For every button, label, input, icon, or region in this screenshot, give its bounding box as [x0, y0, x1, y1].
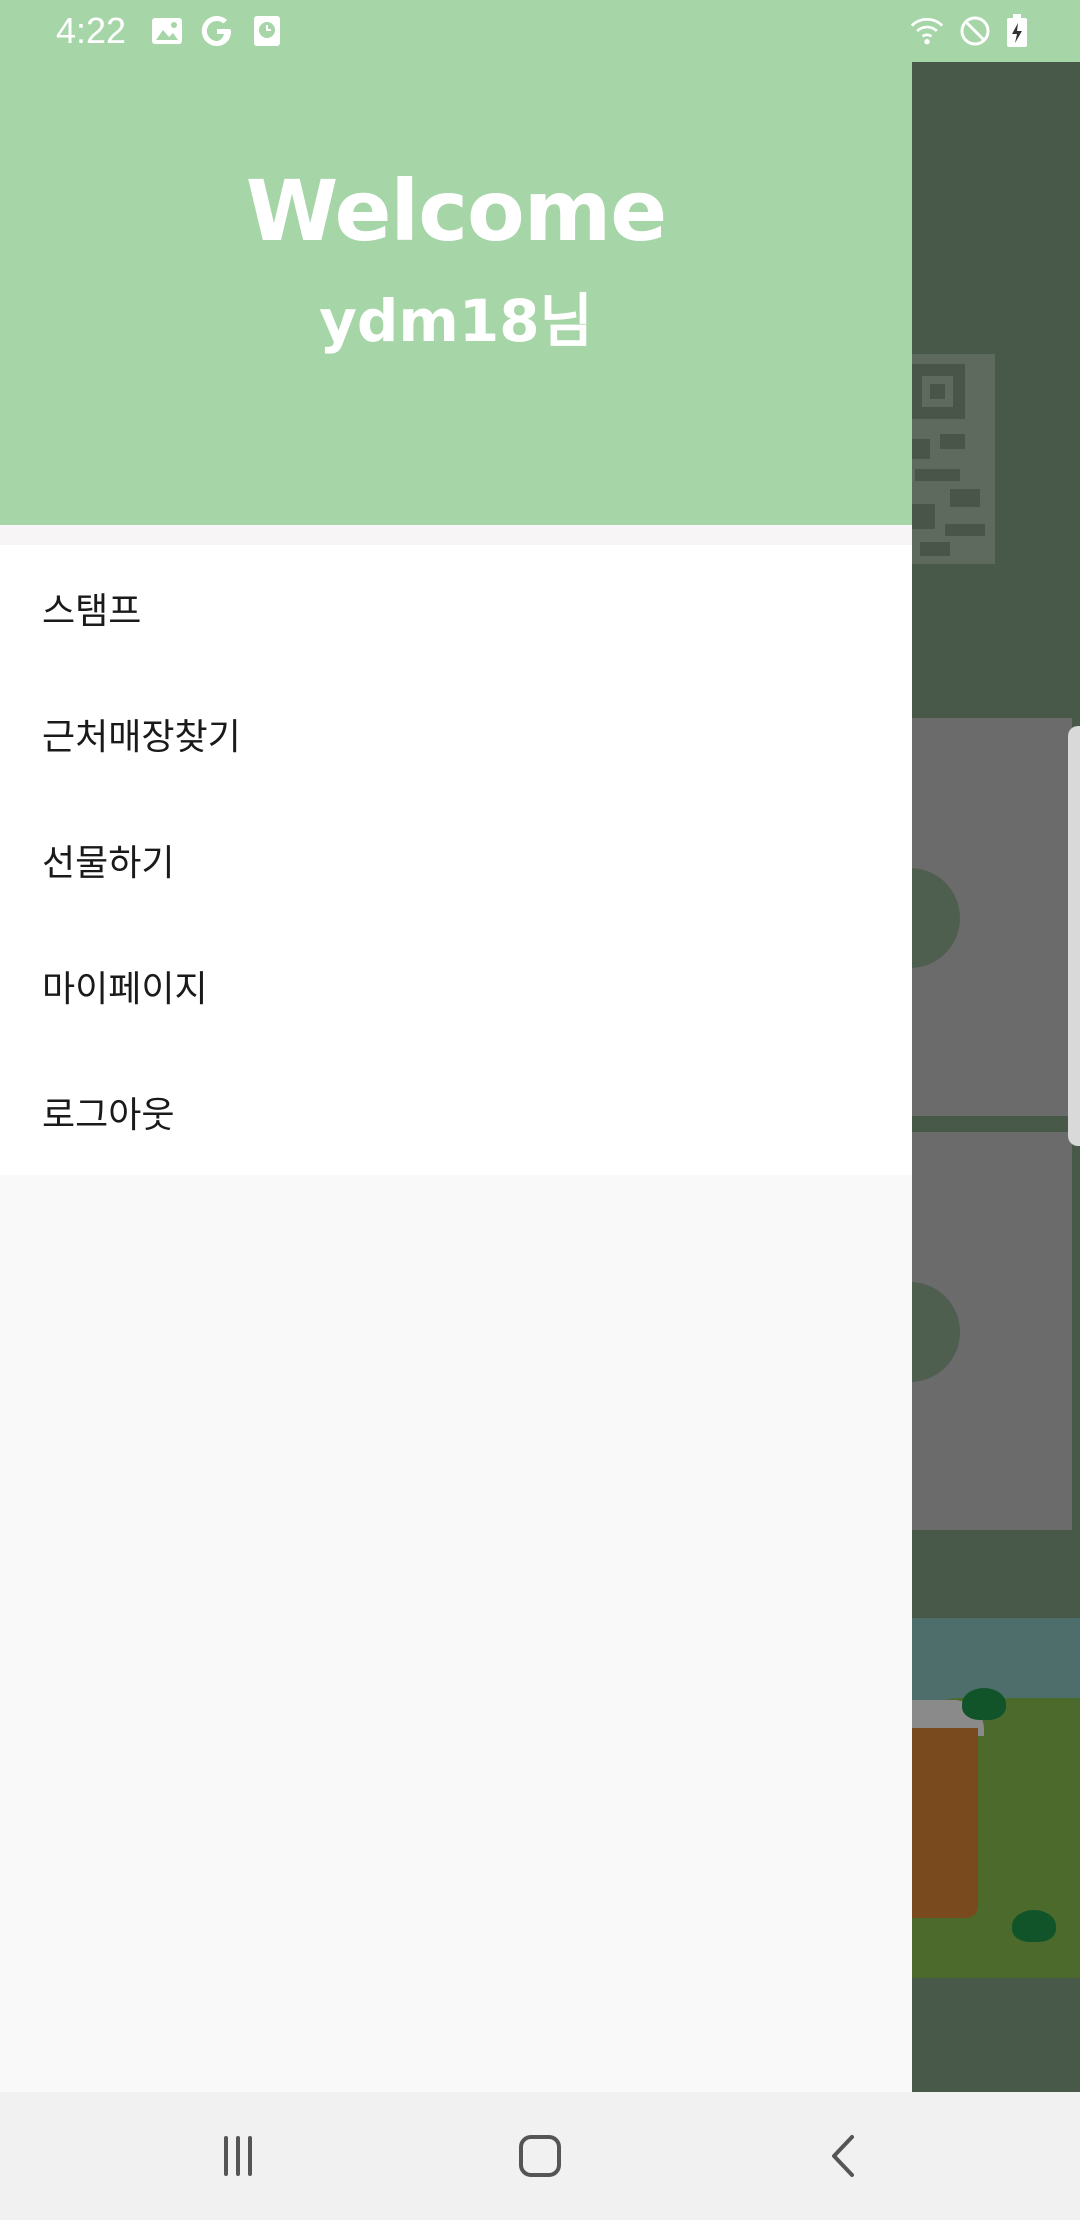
- menu-item-label: 마이페이지: [42, 969, 208, 1010]
- background-card: [860, 1132, 1072, 1530]
- welcome-title: Welcome: [245, 162, 667, 260]
- menu-item-gift[interactable]: 선물하기: [0, 797, 912, 923]
- menu-item-nearby-stores[interactable]: 근처매장찾기: [0, 671, 912, 797]
- menu-item-logout[interactable]: 로그아웃: [0, 1049, 912, 1175]
- clock-app-icon: [250, 14, 284, 48]
- menu-item-stamp[interactable]: 스탬프: [0, 545, 912, 671]
- menu-item-my-page[interactable]: 마이페이지: [0, 923, 912, 1049]
- background-card: [860, 718, 1072, 1116]
- image-icon: [150, 14, 184, 48]
- system-navigation-bar: [0, 2092, 1080, 2220]
- wifi-icon: [910, 14, 944, 48]
- drawer-menu: 스탬프 근처매장찾기 선물하기 마이페이지 로그아웃: [0, 545, 912, 1175]
- google-icon: [200, 14, 234, 48]
- home-icon[interactable]: [500, 2116, 580, 2196]
- qr-code-image: [900, 354, 995, 564]
- background-illustration: [900, 1618, 1080, 1978]
- navigation-drawer: Welcome ydm18님 스탬프 근처매장찾기 선물하기 마이페이지 로그아…: [0, 62, 912, 2092]
- edge-handle: [1068, 726, 1080, 1146]
- welcome-username: ydm18님: [319, 287, 593, 355]
- recent-apps-icon[interactable]: [198, 2116, 278, 2196]
- battery-charging-icon: [1000, 14, 1034, 48]
- status-bar: 4:22: [0, 0, 1080, 62]
- drawer-header: Welcome ydm18님: [0, 62, 912, 525]
- menu-item-label: 로그아웃: [42, 1095, 175, 1136]
- header-divider: [0, 525, 912, 545]
- menu-item-label: 스탬프: [42, 591, 142, 632]
- menu-item-label: 선물하기: [42, 843, 175, 884]
- status-time: 4:22: [56, 10, 127, 51]
- menu-item-label: 근처매장찾기: [42, 717, 241, 758]
- do-not-disturb-icon: [958, 14, 992, 48]
- back-icon[interactable]: [804, 2116, 884, 2196]
